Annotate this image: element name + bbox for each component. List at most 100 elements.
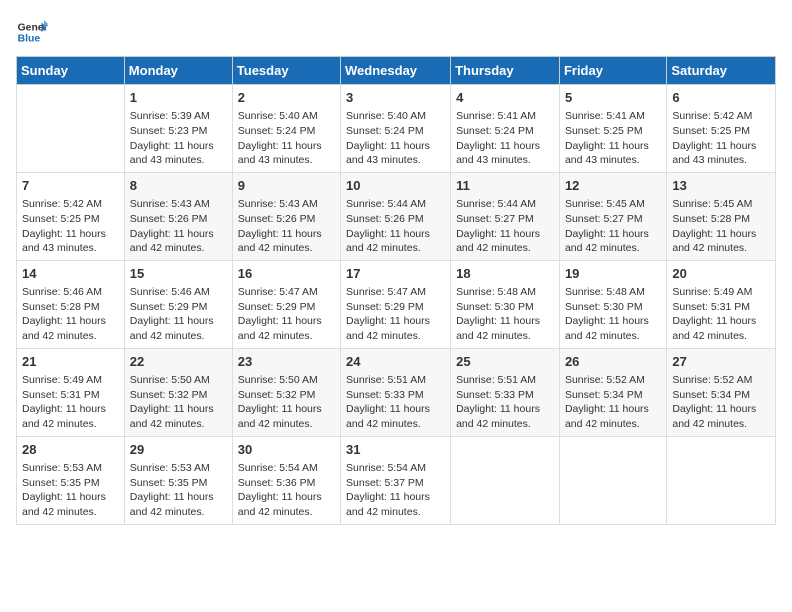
- day-info: Sunrise: 5:40 AM Sunset: 5:24 PM Dayligh…: [238, 109, 335, 168]
- calendar-table: SundayMondayTuesdayWednesdayThursdayFrid…: [16, 56, 776, 525]
- day-info: Sunrise: 5:43 AM Sunset: 5:26 PM Dayligh…: [130, 197, 227, 256]
- day-number: 24: [346, 353, 445, 371]
- day-info: Sunrise: 5:42 AM Sunset: 5:25 PM Dayligh…: [22, 197, 119, 256]
- day-info: Sunrise: 5:42 AM Sunset: 5:25 PM Dayligh…: [672, 109, 770, 168]
- calendar-cell: 9Sunrise: 5:43 AM Sunset: 5:26 PM Daylig…: [232, 172, 340, 260]
- calendar-cell: 11 Sunrise: 5:44 AM Sunset: 5:27 PM Dayli…: [451, 172, 560, 260]
- day-info: Sunrise: 5:53 AM Sunset: 5:35 PM Dayligh…: [22, 461, 119, 520]
- calendar-cell: 26Sunrise: 5:52 AM Sunset: 5:34 PM Dayli…: [559, 348, 666, 436]
- day-info: Sunrise: 5:47 AM Sunset: 5:29 PM Dayligh…: [346, 285, 445, 344]
- day-info: Sunrise: 5:49 AM Sunset: 5:31 PM Dayligh…: [672, 285, 770, 344]
- day-number: 28: [22, 441, 119, 459]
- calendar-cell: [667, 436, 776, 524]
- day-number: 8: [130, 177, 227, 195]
- calendar-cell: 28 Sunrise: 5:53 AM Sunset: 5:35 PM Dayli…: [17, 436, 125, 524]
- day-number: 13: [672, 177, 770, 195]
- day-number: 6: [672, 89, 770, 107]
- day-info: Sunrise: 5:39 AM Sunset: 5:23 PM Dayligh…: [130, 109, 227, 168]
- page-header: General Blue: [16, 16, 776, 48]
- calendar-cell: 30Sunrise: 5:54 AM Sunset: 5:36 PM Dayli…: [232, 436, 340, 524]
- calendar-week-row: 1 Sunrise: 5:39 AM Sunset: 5:23 PM Daylig…: [17, 85, 776, 173]
- day-number: 15: [130, 265, 227, 283]
- calendar-cell: 1 Sunrise: 5:39 AM Sunset: 5:23 PM Daylig…: [124, 85, 232, 173]
- calendar-cell: 16 Sunrise: 5:47 AM Sunset: 5:29 PM Dayli…: [232, 260, 340, 348]
- day-number: 14: [22, 265, 119, 283]
- day-number: 9: [238, 177, 335, 195]
- day-number: 22: [130, 353, 227, 371]
- day-info: Sunrise: 5:41 AM Sunset: 5:25 PM Dayligh…: [565, 109, 661, 168]
- column-header-friday: Friday: [559, 57, 666, 85]
- day-number: 3: [346, 89, 445, 107]
- day-info: Sunrise: 5:44 AM Sunset: 5:27 PM Dayligh…: [456, 197, 554, 256]
- day-number: 2: [238, 89, 335, 107]
- svg-text:Blue: Blue: [18, 34, 41, 45]
- day-number: 30: [238, 441, 335, 459]
- calendar-cell: 21 Sunrise: 5:49 AM Sunset: 5:31 PM Dayli…: [17, 348, 125, 436]
- calendar-cell: 2 Sunrise: 5:40 AM Sunset: 5:24 PM Daylig…: [232, 85, 340, 173]
- day-info: Sunrise: 5:41 AM Sunset: 5:24 PM Dayligh…: [456, 109, 554, 168]
- day-info: Sunrise: 5:45 AM Sunset: 5:27 PM Dayligh…: [565, 197, 661, 256]
- day-info: Sunrise: 5:49 AM Sunset: 5:31 PM Dayligh…: [22, 373, 119, 432]
- calendar-cell: 22 Sunrise: 5:50 AM Sunset: 5:32 PM Dayli…: [124, 348, 232, 436]
- column-header-monday: Monday: [124, 57, 232, 85]
- day-info: Sunrise: 5:52 AM Sunset: 5:34 PM Dayligh…: [672, 373, 770, 432]
- day-number: 18: [456, 265, 554, 283]
- day-number: 27: [672, 353, 770, 371]
- calendar-cell: 10 Sunrise: 5:44 AM Sunset: 5:26 PM Dayli…: [341, 172, 451, 260]
- calendar-week-row: 7Sunrise: 5:42 AM Sunset: 5:25 PM Daylig…: [17, 172, 776, 260]
- day-info: Sunrise: 5:50 AM Sunset: 5:32 PM Dayligh…: [130, 373, 227, 432]
- day-info: Sunrise: 5:46 AM Sunset: 5:29 PM Dayligh…: [130, 285, 227, 344]
- day-number: 23: [238, 353, 335, 371]
- day-number: 1: [130, 89, 227, 107]
- day-number: 26: [565, 353, 661, 371]
- calendar-cell: 6 Sunrise: 5:42 AM Sunset: 5:25 PM Daylig…: [667, 85, 776, 173]
- day-info: Sunrise: 5:47 AM Sunset: 5:29 PM Dayligh…: [238, 285, 335, 344]
- logo: General Blue: [16, 16, 44, 48]
- day-number: 19: [565, 265, 661, 283]
- day-info: Sunrise: 5:53 AM Sunset: 5:35 PM Dayligh…: [130, 461, 227, 520]
- calendar-cell: 20 Sunrise: 5:49 AM Sunset: 5:31 PM Dayli…: [667, 260, 776, 348]
- day-number: 29: [130, 441, 227, 459]
- column-header-wednesday: Wednesday: [341, 57, 451, 85]
- day-info: Sunrise: 5:50 AM Sunset: 5:32 PM Dayligh…: [238, 373, 335, 432]
- calendar-week-row: 21 Sunrise: 5:49 AM Sunset: 5:31 PM Dayli…: [17, 348, 776, 436]
- calendar-cell: 29 Sunrise: 5:53 AM Sunset: 5:35 PM Dayli…: [124, 436, 232, 524]
- day-number: 25: [456, 353, 554, 371]
- calendar-cell: 3 Sunrise: 5:40 AM Sunset: 5:24 PM Daylig…: [341, 85, 451, 173]
- calendar-cell: 18 Sunrise: 5:48 AM Sunset: 5:30 PM Dayli…: [451, 260, 560, 348]
- day-number: 31: [346, 441, 445, 459]
- column-header-tuesday: Tuesday: [232, 57, 340, 85]
- day-number: 5: [565, 89, 661, 107]
- calendar-header-row: SundayMondayTuesdayWednesdayThursdayFrid…: [17, 57, 776, 85]
- day-info: Sunrise: 5:48 AM Sunset: 5:30 PM Dayligh…: [456, 285, 554, 344]
- calendar-cell: 14Sunrise: 5:46 AM Sunset: 5:28 PM Dayli…: [17, 260, 125, 348]
- day-info: Sunrise: 5:40 AM Sunset: 5:24 PM Dayligh…: [346, 109, 445, 168]
- day-number: 12: [565, 177, 661, 195]
- column-header-thursday: Thursday: [451, 57, 560, 85]
- calendar-cell: 19 Sunrise: 5:48 AM Sunset: 5:30 PM Dayli…: [559, 260, 666, 348]
- calendar-cell: 31 Sunrise: 5:54 AM Sunset: 5:37 PM Dayli…: [341, 436, 451, 524]
- calendar-cell: 7Sunrise: 5:42 AM Sunset: 5:25 PM Daylig…: [17, 172, 125, 260]
- day-info: Sunrise: 5:44 AM Sunset: 5:26 PM Dayligh…: [346, 197, 445, 256]
- calendar-cell: 4 Sunrise: 5:41 AM Sunset: 5:24 PM Daylig…: [451, 85, 560, 173]
- calendar-cell: 5 Sunrise: 5:41 AM Sunset: 5:25 PM Daylig…: [559, 85, 666, 173]
- calendar-cell: 12 Sunrise: 5:45 AM Sunset: 5:27 PM Dayli…: [559, 172, 666, 260]
- day-number: 4: [456, 89, 554, 107]
- day-info: Sunrise: 5:51 AM Sunset: 5:33 PM Dayligh…: [346, 373, 445, 432]
- day-number: 17: [346, 265, 445, 283]
- day-number: 16: [238, 265, 335, 283]
- calendar-cell: 15 Sunrise: 5:46 AM Sunset: 5:29 PM Dayli…: [124, 260, 232, 348]
- calendar-week-row: 14Sunrise: 5:46 AM Sunset: 5:28 PM Dayli…: [17, 260, 776, 348]
- calendar-cell: [559, 436, 666, 524]
- day-number: 21: [22, 353, 119, 371]
- column-header-saturday: Saturday: [667, 57, 776, 85]
- calendar-cell: [451, 436, 560, 524]
- calendar-cell: 25Sunrise: 5:51 AM Sunset: 5:33 PM Dayli…: [451, 348, 560, 436]
- calendar-cell: 8 Sunrise: 5:43 AM Sunset: 5:26 PM Daylig…: [124, 172, 232, 260]
- calendar-cell: [17, 85, 125, 173]
- day-number: 10: [346, 177, 445, 195]
- day-info: Sunrise: 5:54 AM Sunset: 5:37 PM Dayligh…: [346, 461, 445, 520]
- day-number: 11: [456, 177, 554, 195]
- day-info: Sunrise: 5:48 AM Sunset: 5:30 PM Dayligh…: [565, 285, 661, 344]
- day-number: 20: [672, 265, 770, 283]
